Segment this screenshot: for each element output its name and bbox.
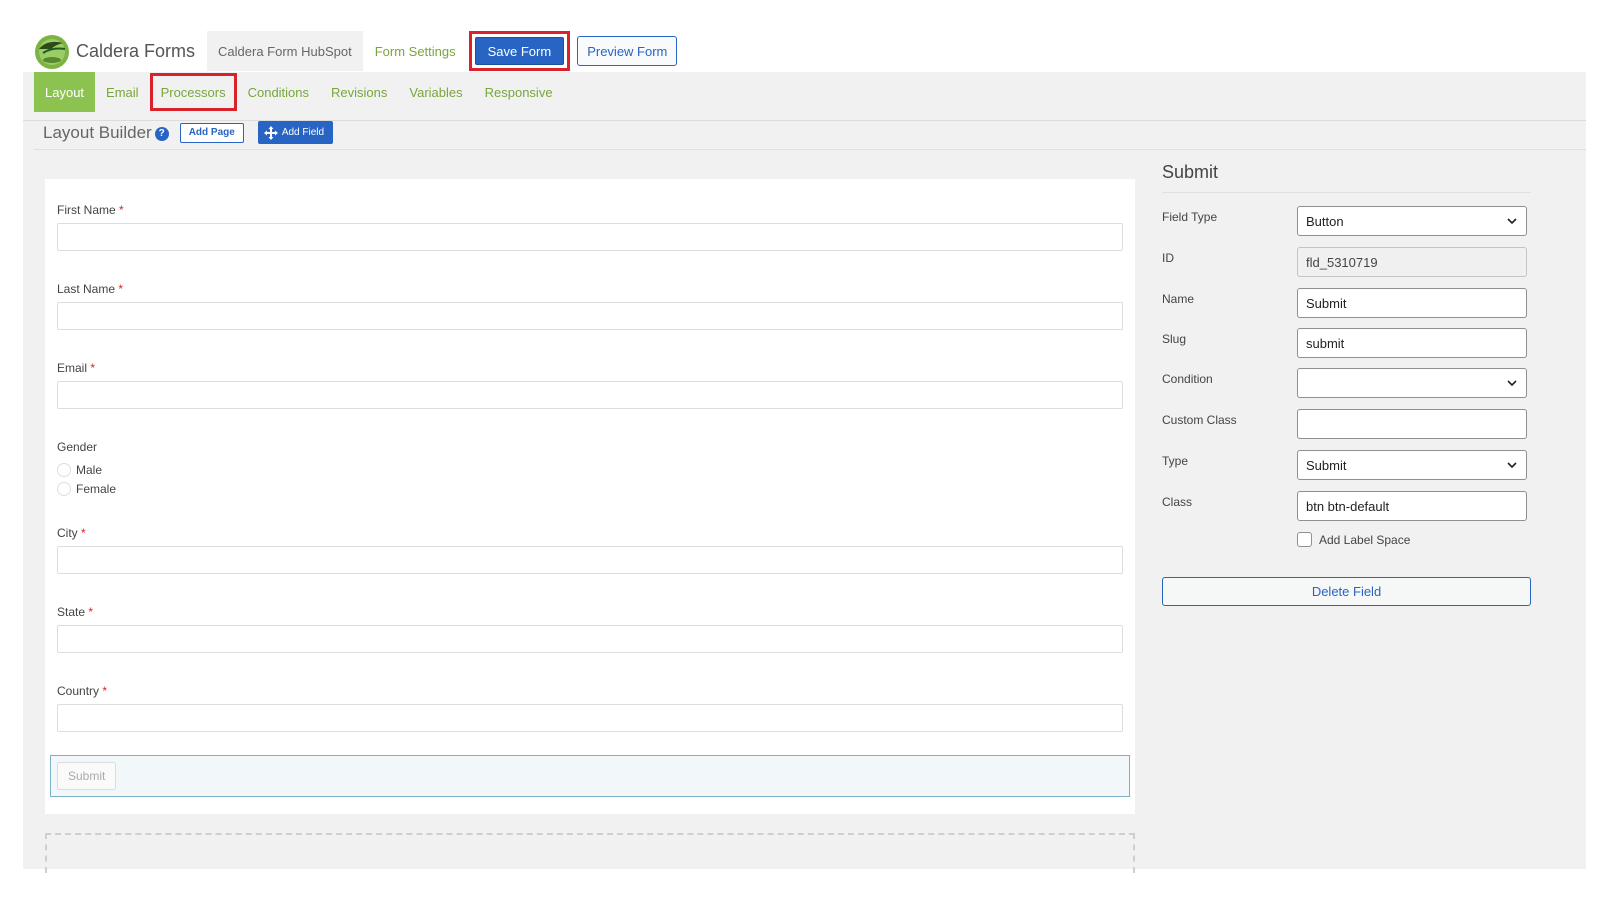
field-label: First Name — [57, 203, 116, 217]
country-input[interactable] — [57, 704, 1123, 732]
name-input[interactable]: Submit — [1297, 288, 1527, 318]
custom-class-input[interactable] — [1297, 409, 1527, 439]
move-arrows-icon — [263, 125, 278, 140]
field-settings-panel: Submit Field Type Button ID fld_5310719 … — [1162, 162, 1531, 606]
tab-processors[interactable]: Processors — [149, 73, 237, 111]
radio-label: Female — [76, 482, 117, 496]
name-label: Name — [1162, 292, 1195, 306]
tab-responsive[interactable]: Responsive — [474, 72, 564, 112]
field-type-select[interactable]: Button — [1297, 206, 1527, 236]
tab-revisions[interactable]: Revisions — [320, 72, 398, 112]
preview-form-button[interactable]: Preview Form — [577, 36, 678, 66]
chevron-down-icon — [1507, 462, 1517, 469]
email-input[interactable] — [57, 381, 1123, 409]
add-field-label: Add Field — [281, 127, 325, 138]
required-mark: * — [118, 282, 124, 296]
submit-field-selected[interactable]: Submit — [50, 755, 1130, 797]
new-row-dropzone[interactable] — [45, 833, 1135, 873]
custom-class-label: Custom Class — [1162, 413, 1237, 427]
chevron-down-icon — [1507, 380, 1517, 387]
gender-option-male[interactable]: Male — [57, 463, 1123, 477]
first-name-input[interactable] — [57, 223, 1123, 251]
help-icon[interactable]: ? — [154, 126, 169, 141]
required-mark: * — [102, 684, 108, 698]
condition-select[interactable] — [1297, 368, 1527, 398]
top-header: Caldera Forms Caldera Form HubSpot Form … — [33, 31, 678, 71]
id-field: fld_5310719 — [1297, 247, 1527, 277]
add-label-space-checkbox-row[interactable]: Add Label Space — [1297, 532, 1410, 547]
field-last-name[interactable]: Last Name * — [57, 282, 1123, 330]
required-mark: * — [119, 203, 124, 217]
submit-button-preview[interactable]: Submit — [57, 762, 117, 790]
required-mark: * — [90, 361, 96, 375]
required-mark: * — [88, 605, 94, 619]
delete-field-button[interactable]: Delete Field — [1162, 577, 1531, 606]
field-label: Email — [57, 361, 88, 375]
form-canvas: First Name * Last Name * Email * Gender … — [45, 179, 1135, 814]
field-label: Country — [57, 684, 100, 698]
field-label: State — [57, 605, 86, 619]
radio-male[interactable] — [57, 463, 71, 477]
field-type-value: Button — [1306, 213, 1344, 229]
caldera-logo-icon — [33, 33, 71, 69]
tab-variables[interactable]: Variables — [398, 72, 473, 112]
field-label: Gender — [57, 440, 98, 454]
radio-female[interactable] — [57, 482, 71, 496]
required-mark: * — [81, 526, 86, 540]
gender-option-female[interactable]: Female — [57, 482, 1123, 496]
type-select[interactable]: Submit — [1297, 450, 1527, 480]
slug-label: Slug — [1162, 332, 1187, 346]
save-form-highlight: Save Form — [468, 31, 571, 71]
layout-builder-title: Layout Builder — [43, 122, 152, 142]
type-value: Submit — [1306, 457, 1347, 473]
form-settings-link[interactable]: Form Settings — [363, 44, 468, 59]
form-name-tab[interactable]: Caldera Form HubSpot — [207, 31, 363, 71]
tab-layout[interactable]: Layout — [34, 72, 96, 112]
last-name-input[interactable] — [57, 302, 1123, 330]
class-label: Class — [1162, 495, 1193, 509]
field-label: City — [57, 526, 78, 540]
tab-conditions[interactable]: Conditions — [237, 72, 320, 112]
condition-label: Condition — [1162, 372, 1213, 386]
add-label-space-label: Add Label Space — [1319, 532, 1411, 547]
field-city[interactable]: City * — [57, 526, 1123, 574]
field-label: Last Name — [57, 282, 116, 296]
type-label: Type — [1162, 454, 1189, 468]
app-title: Caldera Forms — [76, 40, 196, 61]
editor-tabs: Layout Email Processors Conditions Revis… — [34, 72, 564, 112]
field-email[interactable]: Email * — [57, 361, 1123, 409]
settings-title: Submit — [1162, 162, 1531, 193]
slug-input[interactable]: submit — [1297, 328, 1527, 358]
field-country[interactable]: Country * — [57, 684, 1123, 732]
class-input[interactable]: btn btn-default — [1297, 491, 1527, 521]
save-form-button[interactable]: Save Form — [474, 37, 565, 65]
radio-label: Male — [76, 463, 103, 477]
city-input[interactable] — [57, 546, 1123, 574]
tab-email[interactable]: Email — [95, 72, 150, 112]
field-type-label: Field Type — [1162, 210, 1218, 224]
id-label: ID — [1162, 251, 1174, 265]
field-state[interactable]: State * — [57, 605, 1123, 653]
field-first-name[interactable]: First Name * — [57, 203, 1123, 251]
builder-divider — [34, 149, 1586, 150]
field-gender[interactable]: Gender Male Female — [57, 440, 1123, 496]
layout-builder-bar: Layout Builder ? Add Page Add Field — [43, 121, 334, 144]
state-input[interactable] — [57, 625, 1123, 653]
add-label-space-checkbox[interactable] — [1297, 532, 1312, 547]
add-field-button[interactable]: Add Field — [257, 121, 334, 144]
add-page-button[interactable]: Add Page — [179, 122, 244, 143]
editor-panel: Layout Email Processors Conditions Revis… — [23, 72, 1586, 873]
chevron-down-icon — [1507, 218, 1517, 225]
